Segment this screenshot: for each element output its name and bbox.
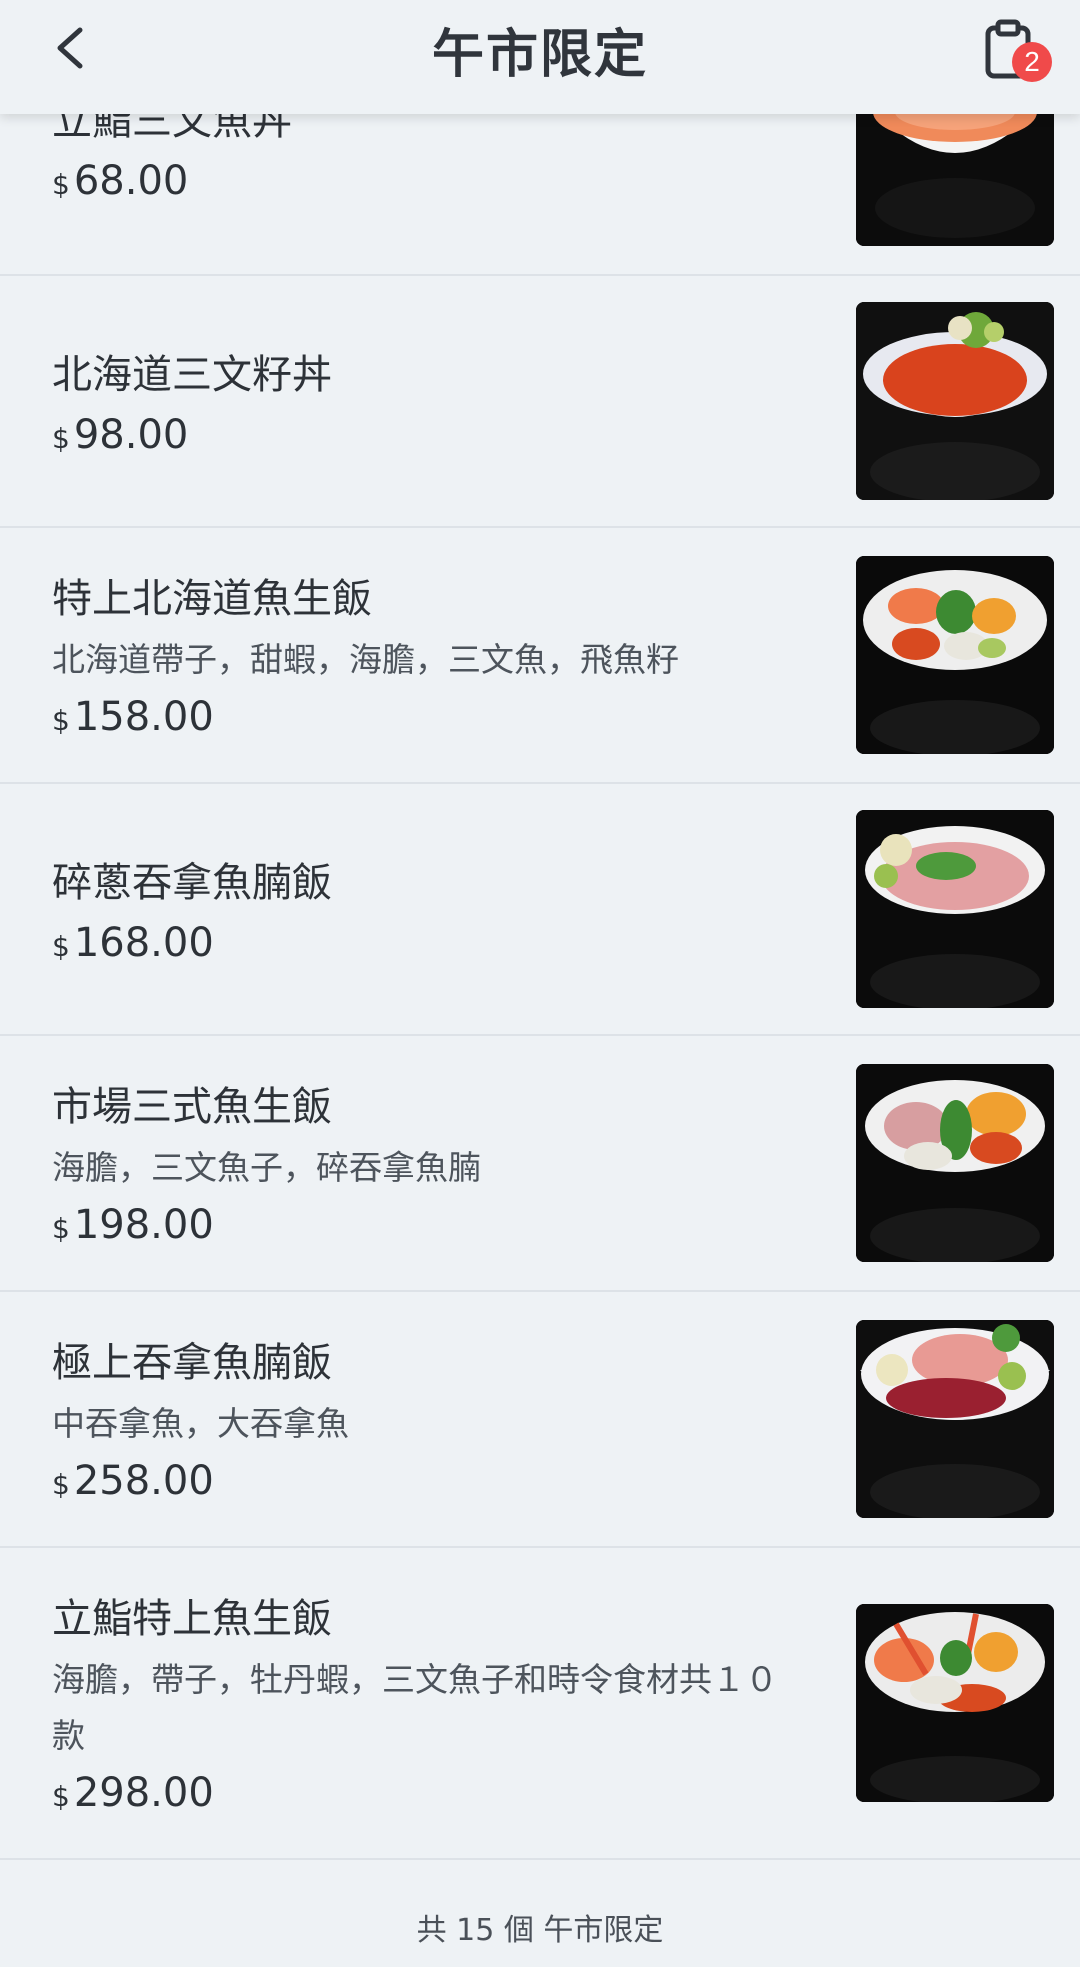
food-image — [856, 1604, 1054, 1802]
list-item[interactable]: 碎蔥吞拿魚腩飯 $168.00 — [0, 784, 1080, 1036]
item-name: 碎蔥吞拿魚腩飯 — [52, 860, 332, 906]
item-price: $258.00 — [52, 1458, 214, 1504]
price-amount: 68.00 — [73, 158, 189, 204]
item-name: 市場三式魚生飯 — [52, 1084, 332, 1130]
food-image — [856, 1064, 1054, 1262]
item-description: 中吞拿魚，大吞拿魚 — [52, 1404, 349, 1443]
item-description: 海膽，三文魚子，碎吞拿魚腩 — [52, 1148, 481, 1187]
page-title: 午市限定 — [431, 25, 648, 85]
price-amount: 158.00 — [73, 694, 214, 740]
currency-symbol: $ — [52, 422, 70, 455]
item-name: 立鮨特上魚生飯 — [52, 1596, 332, 1642]
price-amount: 298.00 — [73, 1770, 214, 1816]
food-image — [856, 810, 1054, 1008]
food-image — [856, 556, 1054, 754]
cart-button[interactable]: 2 — [972, 16, 1052, 86]
item-name: 特上北海道魚生飯 — [52, 576, 372, 622]
currency-symbol: $ — [52, 1212, 70, 1245]
item-name: 北海道三文籽丼 — [52, 352, 332, 398]
item-price: $68.00 — [52, 158, 188, 204]
food-image — [856, 302, 1054, 500]
item-price: $198.00 — [52, 1202, 214, 1248]
list-item[interactable]: 極上吞拿魚腩飯 中吞拿魚，大吞拿魚 $258.00 — [0, 1292, 1080, 1548]
currency-symbol: $ — [52, 930, 70, 963]
cart-count-badge: 2 — [1012, 42, 1052, 82]
currency-symbol: $ — [52, 1468, 70, 1501]
price-amount: 198.00 — [73, 1202, 214, 1248]
currency-symbol: $ — [52, 704, 70, 737]
price-amount: 258.00 — [73, 1458, 214, 1504]
app-screen: 立鮨三文魚丼 $68.00 北海道三文籽丼 $98.00 特上北海道魚生飯 北海… — [0, 0, 1080, 1967]
list-item[interactable]: 立鮨特上魚生飯 海膽，帶子，牡丹蝦，三文魚子和時令食材共１０款 $298.00 — [0, 1548, 1080, 1860]
list-item[interactable]: 特上北海道魚生飯 北海道帶子，甜蝦，海膽，三文魚，飛魚籽 $158.00 — [0, 528, 1080, 784]
price-amount: 168.00 — [73, 920, 214, 966]
item-description: 海膽，帶子，牡丹蝦，三文魚子和時令食材共１０款 — [52, 1660, 778, 1755]
list-item[interactable]: 北海道三文籽丼 $98.00 — [0, 276, 1080, 528]
item-price: $158.00 — [52, 694, 214, 740]
item-description: 北海道帶子，甜蝦，海膽，三文魚，飛魚籽 — [52, 640, 679, 679]
top-app-bar: 午市限定 2 — [0, 0, 1080, 114]
currency-symbol: $ — [52, 1780, 70, 1813]
food-image — [856, 1320, 1054, 1518]
item-price: $298.00 — [52, 1770, 214, 1816]
item-name: 極上吞拿魚腩飯 — [52, 1340, 332, 1386]
price-amount: 98.00 — [73, 412, 189, 458]
currency-symbol: $ — [52, 168, 70, 201]
item-count-footer: 共 15 個 午市限定 — [416, 1913, 664, 1948]
item-price: $98.00 — [52, 412, 188, 458]
list-item[interactable]: 市場三式魚生飯 海膽，三文魚子，碎吞拿魚腩 $198.00 — [0, 1036, 1080, 1292]
item-price: $168.00 — [52, 920, 214, 966]
